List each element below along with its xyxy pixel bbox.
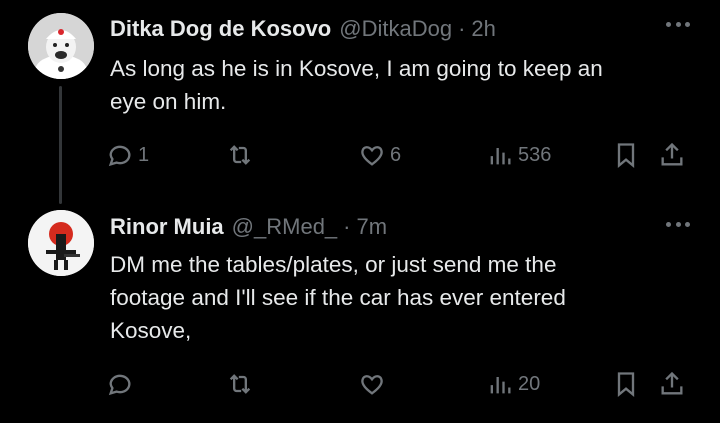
view-count: 536 (518, 143, 552, 166)
action-bar: 20 (106, 369, 696, 399)
avatar[interactable] (28, 13, 94, 79)
tweet[interactable]: Ditka Dog de Kosovo @DitkaDog · 2h As lo… (0, 0, 720, 204)
reply-icon (108, 145, 131, 167)
tweet-text-line: footage and I'll see if the car has ever… (110, 285, 566, 310)
share-button[interactable] (658, 369, 686, 399)
share-icon (661, 142, 683, 166)
tweet-text: DM me the tables/plates, or just send me… (110, 248, 670, 347)
retweet-icon (229, 145, 251, 165)
tweet-text-line: Kosove, (110, 318, 192, 343)
bookmark-icon (617, 372, 635, 397)
like-icon (361, 146, 383, 166)
views-icon (490, 148, 511, 165)
reply-count: 1 (138, 143, 150, 166)
user-handle[interactable]: @DitkaDog (339, 16, 452, 42)
tweet-text-line: eye on him. (110, 89, 227, 114)
retweet-icon (229, 374, 251, 394)
tweet-text-line: As long as he is in Kosove, I am going t… (110, 56, 603, 81)
view-count: 20 (518, 372, 541, 395)
more-icon[interactable] (666, 22, 690, 28)
display-name[interactable]: Rinor Muia (110, 214, 224, 240)
avatar-image (28, 13, 94, 79)
views-button[interactable]: 20 (486, 369, 540, 399)
separator: · (343, 214, 351, 239)
reply-button[interactable] (106, 369, 138, 399)
avatar[interactable] (28, 210, 94, 276)
like-count: 6 (390, 143, 402, 166)
like-button[interactable] (358, 369, 390, 399)
tweet[interactable]: Rinor Muia @_RMed_ · 7m DM me the tables… (0, 200, 720, 423)
thread-connector (59, 86, 62, 204)
user-handle[interactable]: @_RMed_ (232, 214, 338, 240)
reply-icon (108, 374, 131, 396)
tweet-text-line: DM me the tables/plates, or just send me… (110, 252, 557, 277)
timestamp[interactable]: 2h (471, 16, 495, 42)
timestamp[interactable]: 7m (357, 214, 388, 240)
like-icon (361, 375, 383, 395)
retweet-button[interactable] (226, 140, 258, 170)
action-bar: 1 6 536 (106, 140, 696, 170)
tweet-header: Rinor Muia @_RMed_ · 7m (110, 214, 387, 240)
separator: · (458, 16, 466, 41)
retweet-button[interactable] (226, 369, 258, 399)
bookmark-button[interactable] (612, 140, 640, 170)
share-button[interactable] (658, 140, 686, 170)
reply-button[interactable]: 1 (106, 140, 149, 170)
avatar-image (28, 210, 94, 276)
share-icon (661, 371, 683, 395)
tweet-header: Ditka Dog de Kosovo @DitkaDog · 2h (110, 16, 496, 42)
like-button[interactable]: 6 (358, 140, 401, 170)
bookmark-icon (617, 143, 635, 168)
tweet-text: As long as he is in Kosove, I am going t… (110, 52, 670, 118)
views-icon (490, 377, 511, 394)
more-icon[interactable] (666, 222, 690, 228)
display-name[interactable]: Ditka Dog de Kosovo (110, 16, 331, 42)
views-button[interactable]: 536 (486, 140, 551, 170)
bookmark-button[interactable] (612, 369, 640, 399)
